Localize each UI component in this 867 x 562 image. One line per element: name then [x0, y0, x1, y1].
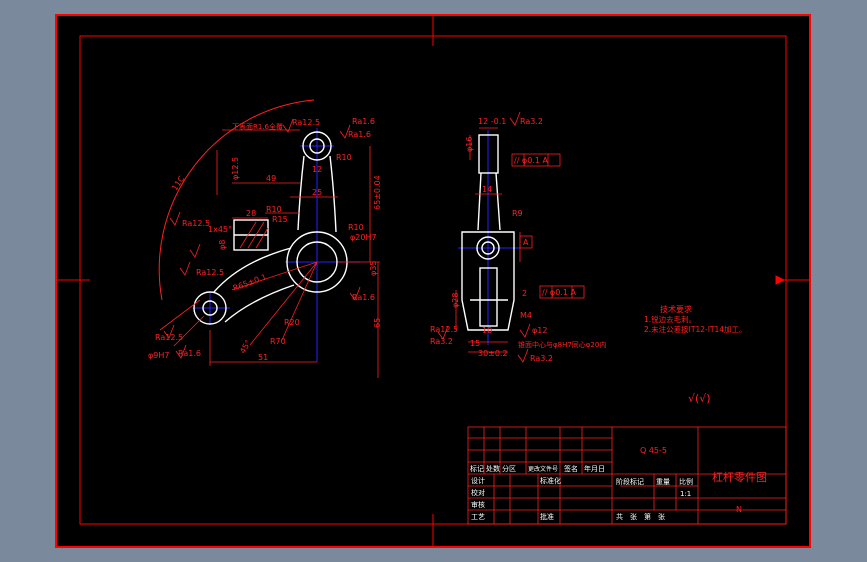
- dim-r10-right: R10: [348, 223, 364, 232]
- tech-req-title: 技术要求: [660, 304, 692, 314]
- tb-design: 设计: [471, 476, 485, 485]
- side-dim-14: 14: [482, 185, 492, 194]
- tb-date: 年月日: [584, 464, 605, 473]
- dim-r10-top: R10: [336, 153, 352, 162]
- side-dim-2: 2: [522, 289, 527, 298]
- tb-change-doc: 更改文件号: [528, 465, 558, 473]
- tb-process: 工艺: [471, 513, 485, 521]
- dim-phi9h7: φ9H7: [148, 351, 169, 360]
- side-roughness-2: Ra12.5: [430, 325, 458, 334]
- roughness-6: Ra12.5: [155, 333, 183, 342]
- side-dim-phi12: φ12: [532, 326, 547, 335]
- dim-12: 12: [312, 165, 322, 174]
- side-tol-2: // φ0.1 A: [542, 288, 576, 297]
- tb-weight: 重量: [656, 478, 670, 486]
- tech-req-line1: 1.锐边去毛刺。: [644, 314, 696, 324]
- tb-count: 处数: [486, 464, 500, 473]
- side-dim-10: 10: [482, 326, 492, 335]
- dim-r10-mid: R10: [266, 205, 282, 214]
- roughness-5: Ra12.5: [196, 268, 224, 277]
- tb-code: N: [736, 505, 742, 514]
- tb-sign: 签名: [564, 464, 578, 473]
- dim-phi20h7: φ20H7: [350, 233, 377, 242]
- roughness-2: Ra1.6: [352, 117, 375, 126]
- tb-check: 校对: [471, 488, 485, 497]
- tb-sheet-info: 共 张 第 张: [616, 512, 665, 521]
- roughness-8: Ra1.6: [178, 349, 201, 358]
- dim-phi35: φ35: [369, 261, 378, 276]
- side-dim-30: 30±0.2: [478, 349, 508, 358]
- side-tol-1: // φ0.1 A: [514, 156, 548, 165]
- datum-a: A: [523, 238, 529, 247]
- roughness-4: Ra12.5: [182, 219, 210, 228]
- tb-scale: 1:1: [680, 490, 691, 498]
- tb-mark: 标记: [470, 464, 484, 473]
- side-roughness-1: Ra3.2: [520, 117, 543, 126]
- dim-r15: R15: [272, 215, 288, 224]
- tb-approve: 批准: [540, 512, 554, 521]
- dim-25: 25: [312, 188, 322, 197]
- side-dim-m4: M4: [520, 311, 532, 320]
- dim-65: 65: [373, 318, 382, 328]
- roughness-3: Ra1.6: [348, 130, 371, 139]
- side-dim-r9: R9: [512, 209, 523, 218]
- roughness-7: Ra1.6: [352, 293, 375, 302]
- tb-material: Q 45-5: [640, 446, 667, 455]
- tb-scale-label: 比例: [679, 477, 693, 486]
- dim-28: 28: [246, 209, 256, 218]
- dim-49: 49: [266, 174, 276, 183]
- dim-phi12-5: φ12.5: [231, 157, 240, 180]
- dim-r70: R70: [270, 337, 286, 346]
- dim-r20: R20: [284, 318, 300, 327]
- note-bottom-surface: 下表面R1.6全覆: [232, 122, 283, 131]
- side-dim-12: 12 -0.1: [478, 117, 506, 126]
- drawing-sheet: [56, 15, 810, 547]
- side-roughness-3: Ra3.2: [530, 354, 553, 363]
- dim-51: 51: [258, 353, 268, 362]
- dim-65-04: 65±0.04: [373, 175, 382, 210]
- side-dim-15: 15: [470, 339, 480, 348]
- side-dim-phi28: φ28: [451, 293, 460, 308]
- side-dim-phi16: φ16: [465, 137, 474, 152]
- tb-stage-mark: 阶段标记: [616, 477, 644, 486]
- tb-review: 审核: [471, 500, 485, 509]
- tb-zone: 分区: [502, 464, 516, 473]
- roughness-1: Ra12.5: [292, 118, 320, 127]
- tb-standard: 标准化: [540, 476, 561, 485]
- dim-phi8: φ8: [218, 240, 227, 250]
- side-note: 锥面中心与φ8H7同心φ20内: [518, 340, 606, 349]
- tech-req-line2: 2.未注公差按IT12-IT14加工。: [644, 324, 747, 334]
- tb-drawing-name: 杠杆零件图: [712, 470, 767, 484]
- side-roughness-4: Ra3.2: [430, 337, 453, 346]
- general-roughness-symbol: √(√): [688, 392, 711, 405]
- dim-chamfer: 1x45°: [208, 225, 232, 234]
